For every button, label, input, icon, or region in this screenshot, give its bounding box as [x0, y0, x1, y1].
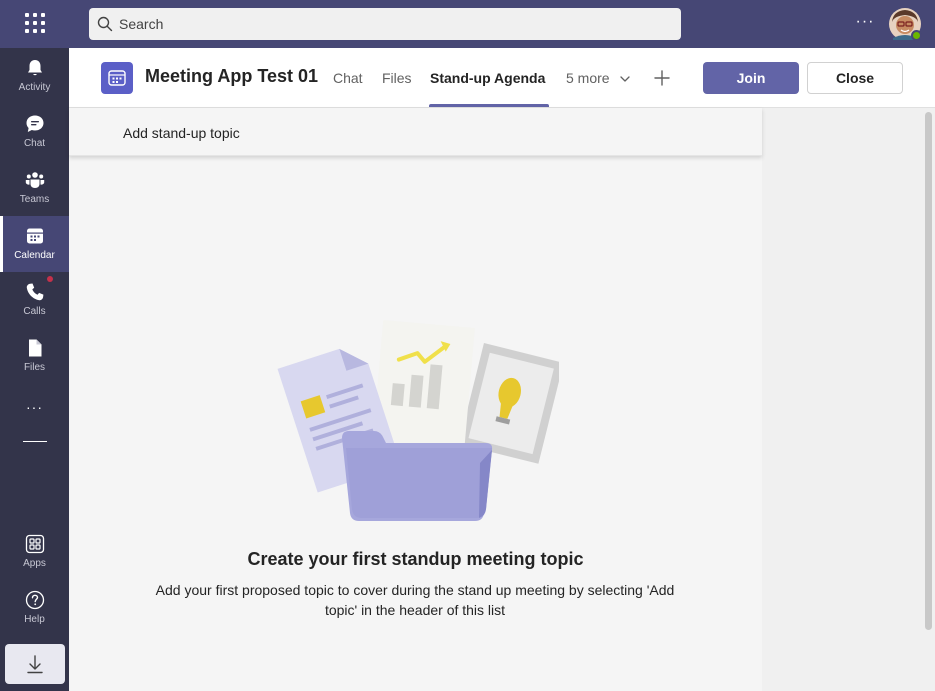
user-avatar[interactable] [889, 8, 922, 41]
tab-more-dropdown[interactable]: 5 more [566, 70, 631, 86]
empty-state-description: Add your first proposed topic to cover d… [155, 582, 675, 618]
download-icon [27, 655, 43, 674]
join-button[interactable]: Join [703, 62, 799, 94]
calendar-icon [108, 70, 126, 86]
rail-item-calls[interactable]: Calls [0, 272, 69, 328]
phone-icon [26, 283, 44, 301]
search-box[interactable] [89, 8, 681, 40]
tab-standup-agenda[interactable]: Stand-up Agenda [430, 70, 545, 86]
rail-item-teams[interactable]: Teams [0, 160, 69, 216]
chevron-down-icon [620, 76, 631, 82]
notification-dot [47, 276, 53, 282]
app-bar: Activity Chat Teams Calendar Calls Files… [0, 48, 69, 691]
meeting-app-icon [101, 62, 133, 94]
download-button[interactable] [5, 644, 65, 684]
calendar-icon [27, 228, 43, 244]
active-tab-indicator [429, 104, 549, 107]
help-icon [25, 590, 45, 610]
rail-item-activity[interactable]: Activity [0, 48, 69, 104]
rail-item-calendar[interactable]: Calendar [0, 216, 69, 272]
rail-divider [23, 441, 47, 442]
rail-item-help[interactable]: Help [0, 580, 69, 636]
rail-label-calls: Calls [23, 306, 46, 317]
rail-item-apps[interactable]: Apps [0, 524, 69, 580]
rail-item-files[interactable]: Files [0, 328, 69, 384]
app-launcher-icon[interactable] [24, 12, 46, 34]
empty-state-title: Create your first standup meeting topic [247, 549, 584, 569]
side-panel [762, 108, 935, 691]
more-apps-icon[interactable]: ··· [0, 399, 69, 415]
rail-label-help: Help [24, 614, 45, 625]
meeting-header: Meeting App Test 01 Chat Files Stand-up … [69, 48, 935, 108]
search-icon [97, 16, 113, 32]
rail-item-chat[interactable]: Chat [0, 104, 69, 160]
rail-label-apps: Apps [23, 558, 46, 569]
list-toolbar: Add stand-up topic [69, 108, 762, 156]
teams-icon [25, 172, 45, 188]
rail-label-calendar: Calendar [14, 250, 55, 261]
apps-icon [25, 534, 45, 554]
search-input[interactable] [119, 16, 659, 32]
file-icon [29, 339, 42, 357]
more-tabs-label: 5 more [566, 70, 610, 86]
chat-icon [26, 115, 44, 132]
add-topic-button[interactable]: Add stand-up topic [123, 125, 240, 141]
rail-label-teams: Teams [19, 194, 50, 205]
close-button[interactable]: Close [807, 62, 903, 94]
rail-label-activity: Activity [18, 82, 51, 93]
tab-files[interactable]: Files [382, 70, 412, 86]
rail-label-chat: Chat [23, 138, 46, 149]
add-tab-icon[interactable] [654, 70, 670, 86]
status-available-icon [911, 30, 922, 41]
bell-icon [28, 60, 42, 76]
tab-content: Add stand-up topic Create your first sta… [69, 108, 762, 691]
title-bar: ··· [0, 0, 935, 48]
page-title: Meeting App Test 01 [145, 66, 319, 86]
rail-label-files: Files [23, 362, 46, 373]
empty-state-illustration [277, 320, 559, 521]
tab-chat[interactable]: Chat [333, 70, 363, 86]
scrollbar[interactable] [925, 112, 932, 630]
more-options-icon[interactable]: ··· [852, 12, 878, 36]
